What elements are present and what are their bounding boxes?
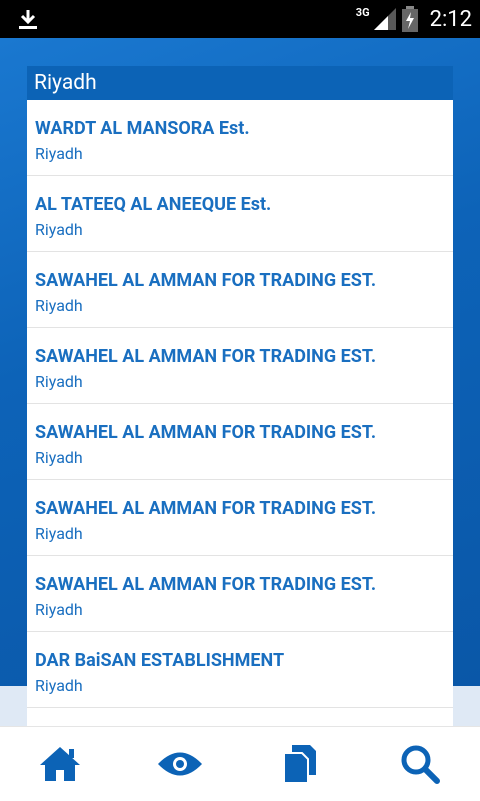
- status-bar: 3G 2:12: [0, 0, 480, 38]
- nav-documents-button[interactable]: [270, 734, 330, 794]
- item-name: SAWAHEL AL AMMAN FOR TRADING EST.: [35, 574, 377, 595]
- network-type: 3G: [355, 6, 370, 19]
- item-name: WARDT AL MANSORA Est.: [35, 118, 250, 139]
- item-city: Riyadh: [35, 448, 83, 467]
- nav-view-button[interactable]: [150, 734, 210, 794]
- eye-icon: [158, 752, 202, 776]
- item-city: Riyadh: [35, 144, 83, 163]
- item-city: Riyadh: [35, 600, 83, 619]
- item-name: SAWAHEL AL AMMAN FOR TRADING EST.: [35, 422, 377, 443]
- list-item[interactable]: AL TATEEQ AL ANEEQUE Est. Riyadh: [27, 176, 453, 252]
- nav-home-button[interactable]: [30, 734, 90, 794]
- list-item[interactable]: SAWAHEL AL AMMAN FOR TRADING EST. Riyadh: [27, 328, 453, 404]
- bottom-nav: [0, 726, 480, 801]
- item-city: Riyadh: [35, 220, 83, 239]
- item-city: Riyadh: [35, 372, 83, 391]
- download-icon: [19, 10, 37, 29]
- item-name: SAWAHEL AL AMMAN FOR TRADING EST.: [35, 270, 377, 291]
- home-icon: [40, 747, 80, 781]
- signal-icon: [373, 8, 396, 30]
- list-item[interactable]: SAWAHEL AL AMMAN FOR TRADING EST. Riyadh: [27, 480, 453, 556]
- list-item[interactable]: WARDT AL MANSORA Est. Riyadh: [27, 100, 453, 176]
- list-item[interactable]: DAR BaiSAN ESTABLISHMENT Riyadh: [27, 632, 453, 708]
- battery-icon: [401, 6, 418, 32]
- item-name: DAR BaiSAN ESTABLISHMENT: [35, 650, 285, 671]
- item-city: Riyadh: [35, 676, 83, 695]
- documents-icon: [283, 745, 316, 784]
- nav-search-button[interactable]: [390, 734, 450, 794]
- item-city: Riyadh: [35, 524, 83, 543]
- panel-title: Riyadh: [27, 66, 453, 100]
- list-item[interactable]: SAWAHEL AL AMMAN FOR TRADING EST. Riyadh: [27, 556, 453, 632]
- item-name: SAWAHEL AL AMMAN FOR TRADING EST.: [35, 498, 377, 519]
- item-name: AL TATEEQ AL ANEEQUE Est.: [35, 194, 272, 215]
- search-icon: [401, 745, 440, 784]
- company-list-panel: Riyadh WARDT AL MANSORA Est. Riyadh AL T…: [27, 66, 453, 726]
- list-item[interactable]: SAWAHEL AL AMMAN FOR TRADING EST. Riyadh: [27, 404, 453, 480]
- item-city: Riyadh: [35, 296, 83, 315]
- list-item[interactable]: SAWAHEL AL AMMAN FOR TRADING EST. Riyadh: [27, 252, 453, 328]
- list-item-partial[interactable]: [27, 708, 453, 726]
- clock: 2:12: [429, 6, 472, 32]
- item-name: SAWAHEL AL AMMAN FOR TRADING EST.: [35, 346, 377, 367]
